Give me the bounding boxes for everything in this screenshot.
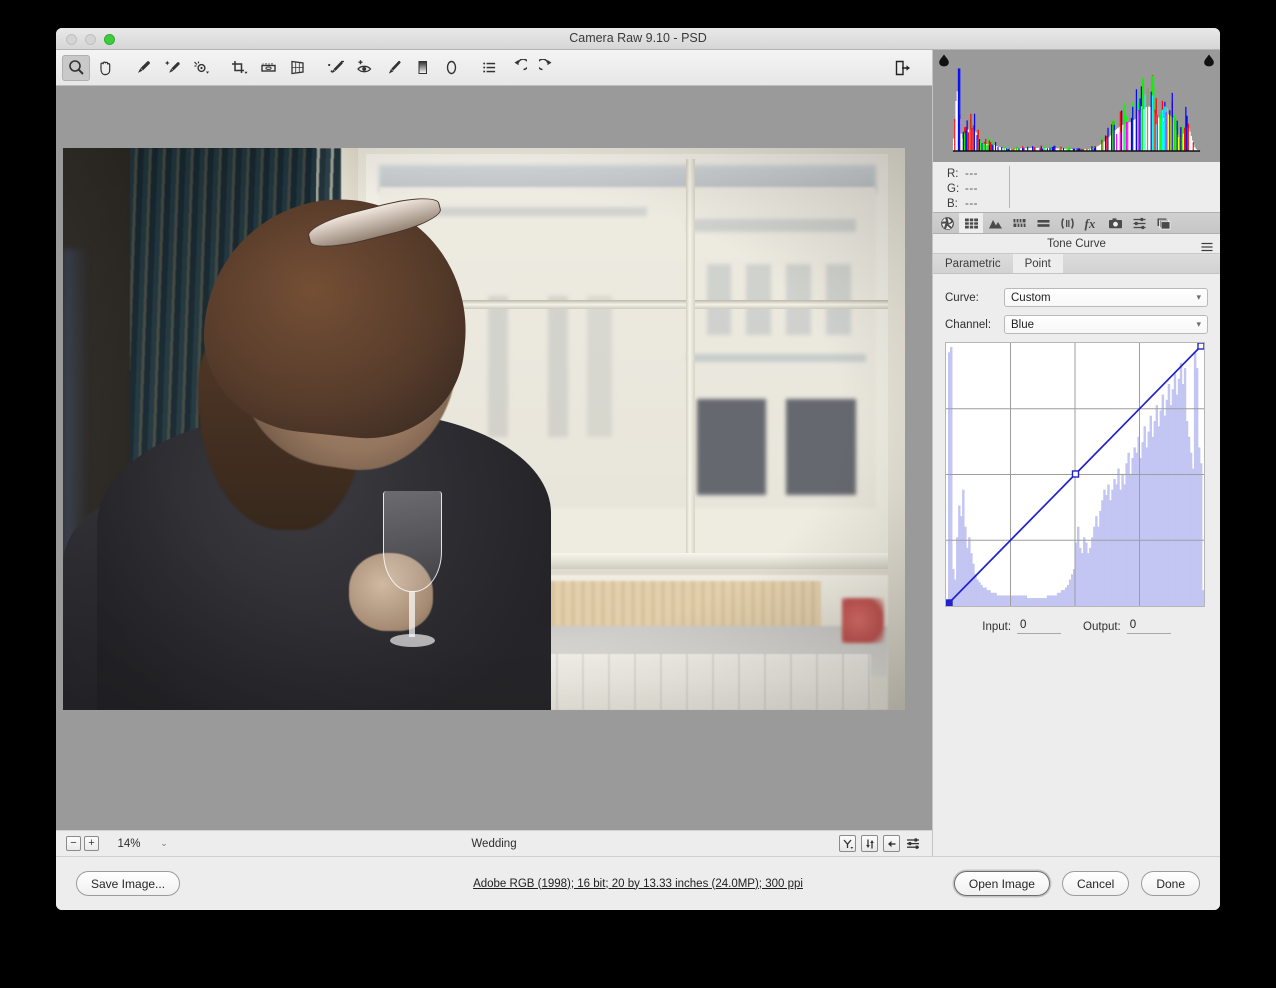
tone-curve-subtabs: Parametric Point — [933, 254, 1220, 274]
preview-status-buttons — [839, 835, 922, 852]
crop-tool[interactable] — [225, 55, 253, 81]
input-field[interactable]: 0 — [1017, 619, 1062, 634]
curve-select-value: Custom — [1011, 291, 1051, 304]
radial-filter-tool[interactable] — [437, 55, 465, 81]
channel-row: Channel: Blue ▾ — [945, 315, 1208, 334]
curve-row: Curve: Custom ▾ — [945, 288, 1208, 307]
tab-basic[interactable] — [935, 213, 959, 233]
zoom-out-button[interactable]: − — [66, 836, 81, 851]
dialog-footer: Save Image... Adobe RGB (1998); 16 bit; … — [56, 856, 1220, 910]
zoom-tool[interactable] — [62, 54, 90, 81]
tab-effects[interactable]: fx — [1079, 213, 1103, 233]
panel-header: Tone Curve — [933, 234, 1220, 254]
channel-select-value: Blue — [1011, 318, 1035, 331]
adjustment-brush-tool[interactable] — [379, 55, 407, 81]
channel-label: Channel: — [945, 318, 992, 331]
output-group: Output: 0 — [1083, 619, 1171, 634]
toggle-filmstrip-button[interactable] — [889, 55, 917, 81]
right-panel-column: R: --- G: --- B: --- fx Tone Curve Param… — [932, 50, 1220, 856]
color-sampler-tool[interactable] — [158, 55, 186, 81]
tab-camera-calibration[interactable] — [1103, 213, 1127, 233]
output-label: Output: — [1083, 620, 1121, 633]
curve-label: Curve: — [945, 291, 979, 304]
shadow-clipping-icon[interactable] — [936, 53, 952, 68]
tab-lens-corrections[interactable] — [1055, 213, 1079, 233]
rgb-row-red: R: --- — [947, 166, 1220, 181]
subtab-parametric[interactable]: Parametric — [933, 254, 1013, 273]
panel-tab-strip: fx — [933, 212, 1220, 234]
photo-vignette — [63, 148, 905, 710]
swap-vertical-icon[interactable] — [861, 835, 878, 852]
image-preview-area[interactable] — [56, 86, 932, 830]
rgb-row-blue: B: --- — [947, 196, 1220, 211]
tab-detail[interactable] — [983, 213, 1007, 233]
tab-snapshots[interactable] — [1151, 213, 1175, 233]
left-column: − + 14% ⌄ Wedding — [56, 50, 932, 856]
zoom-in-button[interactable]: + — [84, 836, 99, 851]
window-title: Camera Raw 9.10 - PSD — [569, 31, 707, 45]
rgb-label-g: G: — [947, 182, 960, 195]
white-balance-tool[interactable] — [129, 55, 157, 81]
arrow-left-box-icon[interactable] — [883, 835, 900, 852]
tone-curve-panel-content: Curve: Custom ▾ Channel: Blue ▾ Input: 0… — [933, 274, 1220, 856]
rgb-row-green: G: --- — [947, 181, 1220, 196]
rotate-right-tool[interactable] — [533, 55, 561, 81]
channel-select[interactable]: Blue ▾ — [1004, 315, 1208, 334]
preferences-tool[interactable] — [475, 55, 503, 81]
main-toolbar — [56, 50, 932, 86]
rgb-label-b: B: — [947, 197, 958, 210]
done-button[interactable]: Done — [1141, 871, 1200, 896]
rgb-label-r: R: — [947, 167, 959, 180]
rgb-value-g: --- — [965, 182, 978, 195]
hand-tool[interactable] — [91, 55, 119, 81]
hamburger-menu-icon[interactable] — [1201, 239, 1213, 257]
rgb-readout: R: --- G: --- B: --- — [933, 162, 1220, 212]
histogram[interactable] — [933, 50, 1220, 162]
output-field[interactable]: 0 — [1126, 619, 1171, 634]
straighten-tool[interactable] — [254, 55, 282, 81]
tab-presets[interactable] — [1127, 213, 1151, 233]
zoom-level-value[interactable]: 14% — [106, 838, 152, 850]
red-eye-removal-tool[interactable] — [350, 55, 378, 81]
chevron-down-icon: ▾ — [1196, 319, 1201, 329]
panel-title: Tone Curve — [1047, 237, 1106, 250]
subtab-point[interactable]: Point — [1012, 254, 1063, 273]
footer-buttons: Open Image Cancel Done — [953, 871, 1200, 896]
rgb-value-b: --- — [965, 197, 978, 210]
transform-tool[interactable] — [283, 55, 311, 81]
photo-canvas[interactable] — [63, 148, 905, 710]
tone-curve-graph[interactable] — [945, 342, 1205, 607]
spot-removal-tool[interactable] — [321, 55, 349, 81]
chevron-down-icon[interactable]: ⌄ — [156, 836, 172, 852]
curve-select[interactable]: Custom ▾ — [1004, 288, 1208, 307]
input-label: Input: — [982, 620, 1012, 633]
rgb-value-r: --- — [965, 167, 978, 180]
camera-raw-window: Camera Raw 9.10 - PSD − + 14% ⌄ Wedding … — [56, 28, 1220, 910]
highlight-clipping-icon[interactable] — [1201, 53, 1217, 68]
input-group: Input: 0 — [982, 619, 1062, 634]
svg-text:fx: fx — [1084, 216, 1095, 231]
curve-input-output-row: Input: 0 Output: 0 — [945, 619, 1208, 634]
window-titlebar: Camera Raw 9.10 - PSD — [56, 28, 1220, 50]
tab-split-toning[interactable] — [1031, 213, 1055, 233]
image-filename-label: Wedding — [471, 837, 517, 850]
sliders-icon[interactable] — [905, 835, 922, 852]
tab-tone-curve[interactable] — [959, 213, 983, 233]
y-preview-icon[interactable] — [839, 835, 856, 852]
rotate-left-tool[interactable] — [504, 55, 532, 81]
chevron-down-icon: ▾ — [1196, 292, 1201, 302]
cancel-button[interactable]: Cancel — [1061, 871, 1130, 896]
targeted-adjustment-tool[interactable] — [187, 55, 215, 81]
preview-status-bar: − + 14% ⌄ Wedding — [56, 830, 932, 856]
open-image-button[interactable]: Open Image — [953, 871, 1050, 896]
window-body: − + 14% ⌄ Wedding R: --- G: --- B: --- f… — [56, 50, 1220, 856]
tab-hsl-grayscale[interactable] — [1007, 213, 1031, 233]
graduated-filter-tool[interactable] — [408, 55, 436, 81]
